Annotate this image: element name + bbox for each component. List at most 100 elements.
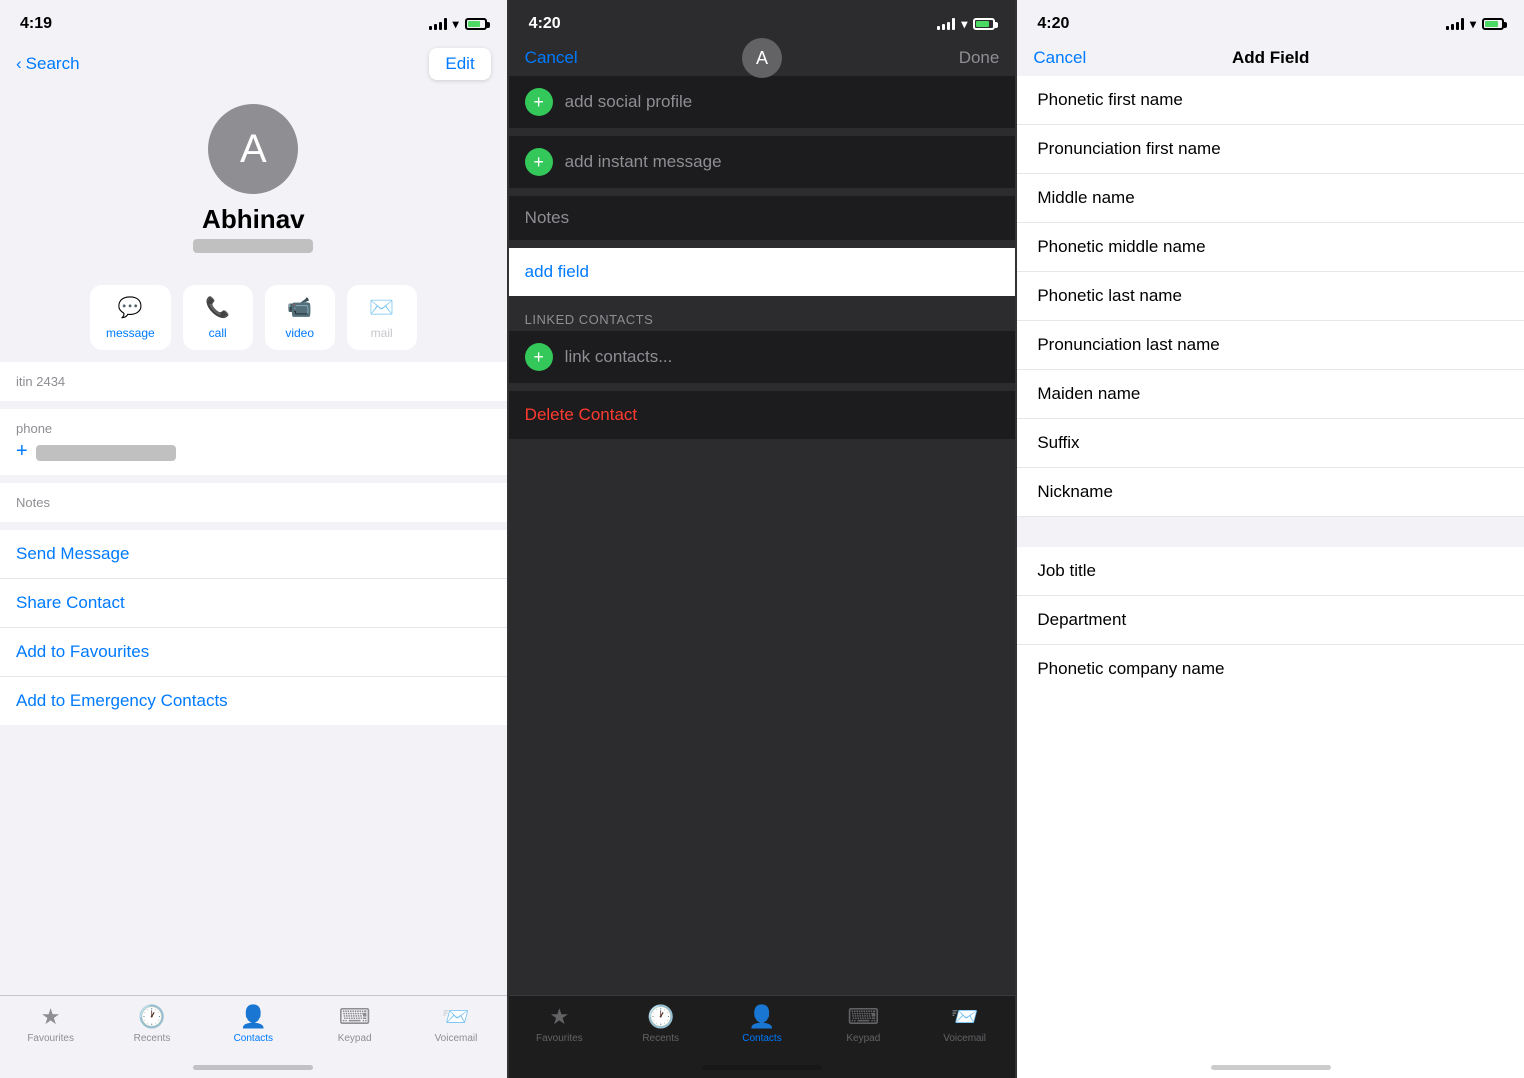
tab2-keypad[interactable]: ⌨ Keypad [813,1004,914,1044]
linked-contacts-header: LINKED CONTACTS [509,304,1016,331]
add-instant-icon: + [525,148,553,176]
avatar: A [208,104,298,194]
link-contacts-row[interactable]: + link contacts... [509,331,1016,383]
screen2-edit-contact: 4:20 ▾ Cancel A Done + add social profil… [509,0,1016,1078]
message-label: message [106,326,155,340]
battery-icon [465,18,487,30]
send-message-item[interactable]: Send Message [0,530,507,579]
field-phonetic-middle-name[interactable]: Phonetic middle name [1017,223,1524,272]
notes-row: Notes [16,483,491,522]
message-icon: 💬 [118,295,143,320]
share-contact-item[interactable]: Share Contact [0,579,507,628]
signal-icon [429,18,447,30]
voicemail-icon-2: 📨 [951,1004,978,1030]
battery-icon-2 [973,18,995,30]
edit-add-social: + add social profile [509,76,1016,128]
call-button[interactable]: 📞 call [183,285,253,350]
screen1-contact-view: 4:19 ▾ ‹ Search Edit A Abhinav [0,0,507,1078]
recents-icon-2: 🕐 [647,1004,674,1030]
add-favourites-item[interactable]: Add to Favourites [0,628,507,677]
wifi-icon-3: ▾ [1470,17,1476,31]
add-emergency-item[interactable]: Add to Emergency Contacts [0,677,507,725]
screen2-content: + add social profile + add instant messa… [509,76,1016,1078]
add-social-row[interactable]: + add social profile [509,76,1016,128]
message-button[interactable]: 💬 message [90,285,171,350]
field-department[interactable]: Department [1017,596,1524,645]
back-button[interactable]: ‹ Search [16,54,80,74]
cancel-button-3[interactable]: Cancel [1033,48,1086,68]
action-buttons: 💬 message 📞 call 📹 video ✉️ mail [0,273,507,362]
keypad-icon-2: ⌨ [847,1004,879,1030]
call-label: call [209,326,227,340]
tab2-recents[interactable]: 🕐 Recents [610,1004,711,1044]
wifi-icon-2: ▾ [961,17,967,31]
home-indicator-3 [1211,1065,1331,1070]
status-bar-3: 4:20 ▾ [1017,0,1524,44]
plus-icon: + [16,440,28,463]
tab-favourites[interactable]: ★ Favourites [0,1004,101,1044]
tab2-favourites[interactable]: ★ Favourites [509,1004,610,1044]
screen2-nav: Cancel A Done [509,44,1016,76]
home-indicator [193,1065,313,1070]
done-button[interactable]: Done [959,48,1000,68]
field-phonetic-company-name[interactable]: Phonetic company name [1017,645,1524,693]
field-phonetic-first-name[interactable]: Phonetic first name [1017,76,1524,125]
field-pronunciation-last-name[interactable]: Pronunciation last name [1017,321,1524,370]
field-middle-name[interactable]: Middle name [1017,174,1524,223]
contact-subtitle [193,239,313,253]
field-phonetic-last-name[interactable]: Phonetic last name [1017,272,1524,321]
add-instant-row[interactable]: + add instant message [509,136,1016,188]
call-icon: 📞 [205,295,230,320]
video-button[interactable]: 📹 video [265,285,335,350]
contacts-icon-2: 👤 [748,1004,775,1030]
field-pronunciation-first-name[interactable]: Pronunciation first name [1017,125,1524,174]
notes-area[interactable]: Notes [509,196,1016,240]
contact-name: Abhinav [202,204,305,235]
tab-recents[interactable]: 🕐 Recents [101,1004,202,1044]
tab-voicemail[interactable]: 📨 Voicemail [405,1004,506,1044]
time-2: 4:20 [529,15,561,33]
add-field-row[interactable]: add field [509,248,1016,296]
status-icons-1: ▾ [429,17,487,31]
signal-icon-3 [1446,18,1464,30]
status-icons-3: ▾ [1446,17,1504,31]
status-bar-1: 4:19 ▾ [0,0,507,44]
link-contacts-section: + link contacts... [509,331,1016,383]
tab2-contacts[interactable]: 👤 Contacts [711,1004,812,1044]
add-social-label: add social profile [565,92,693,112]
time-3: 4:20 [1037,15,1069,33]
itin-label: itin 2434 [16,374,491,389]
field-nickname[interactable]: Nickname [1017,468,1524,517]
contacts-icon: 👤 [240,1004,267,1030]
phone-blurred [36,445,176,461]
field-job-title[interactable]: Job title [1017,547,1524,596]
status-icons-2: ▾ [937,17,995,31]
cancel-button-2[interactable]: Cancel [525,48,578,68]
edit-button[interactable]: Edit [429,48,490,80]
field-maiden-name[interactable]: Maiden name [1017,370,1524,419]
avatar-section: A Abhinav [0,88,507,273]
chevron-left-icon: ‹ [16,54,22,74]
screen3-nav: Cancel Add Field [1017,44,1524,76]
delete-contact-row[interactable]: Delete Contact [509,391,1016,439]
keypad-icon: ⌨ [339,1004,371,1030]
tab-keypad[interactable]: ⌨ Keypad [304,1004,405,1044]
screen1-nav: ‹ Search Edit [0,44,507,88]
screen1-content: A Abhinav 💬 message 📞 call 📹 video ✉️ ma… [0,88,507,1078]
edit-add-instant: + add instant message [509,136,1016,188]
notes-section: Notes [0,483,507,522]
wifi-icon: ▾ [453,17,459,31]
video-label: video [285,326,314,340]
field-suffix[interactable]: Suffix [1017,419,1524,468]
mail-icon: ✉️ [369,295,394,320]
mail-button[interactable]: ✉️ mail [347,285,417,350]
mail-label: mail [371,326,393,340]
tab-contacts[interactable]: 👤 Contacts [203,1004,304,1044]
tab2-voicemail[interactable]: 📨 Voicemail [914,1004,1015,1044]
voicemail-icon: 📨 [442,1004,469,1030]
signal-icon-2 [937,18,955,30]
star-icon-2: ★ [549,1004,569,1030]
star-icon: ★ [41,1004,61,1030]
phone-section: phone + [0,409,507,475]
add-instant-label: add instant message [565,152,722,172]
